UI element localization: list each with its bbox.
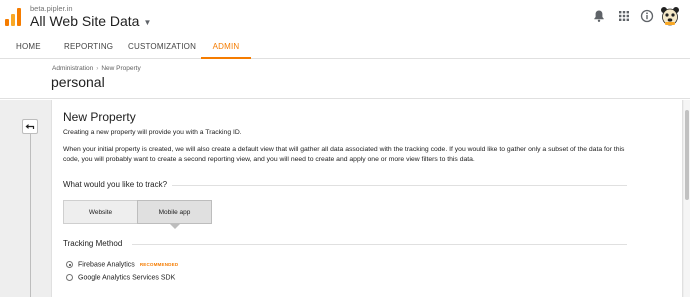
breadcrumb: Administration › New Property bbox=[52, 65, 141, 72]
recommended-badge: RECOMMENDED bbox=[139, 262, 179, 267]
breadcrumb-separator-icon: › bbox=[96, 65, 99, 72]
divider bbox=[132, 244, 627, 245]
chevron-down-icon: ▼ bbox=[143, 17, 152, 27]
avatar-icon[interactable] bbox=[660, 5, 680, 27]
apps-grid-icon[interactable] bbox=[617, 9, 631, 23]
ga-sdk-label: Google Analytics Services SDK bbox=[78, 274, 176, 282]
back-button[interactable] bbox=[22, 119, 38, 134]
description-text: When your initial property is created, w… bbox=[63, 146, 625, 163]
property-selector-label: All Web Site Data bbox=[30, 13, 140, 29]
bell-icon[interactable] bbox=[592, 9, 606, 23]
page-header: Administration › New Property personal bbox=[0, 59, 690, 99]
breadcrumb-administration[interactable]: Administration bbox=[52, 65, 93, 72]
selected-indicator-icon bbox=[170, 224, 180, 229]
intro-text: Creating a new property will provide you… bbox=[63, 129, 242, 136]
tab-admin[interactable]: ADMIN bbox=[201, 36, 251, 59]
divider bbox=[172, 185, 627, 186]
tab-home[interactable]: HOME bbox=[16, 36, 41, 59]
back-arrow-icon bbox=[25, 124, 35, 129]
card-title: New Property bbox=[63, 110, 136, 124]
new-property-card: New Property Creating a new property wil… bbox=[51, 100, 683, 297]
top-bar: beta.pipler.in All Web Site Data ▼ bbox=[0, 0, 690, 36]
method-option-firebase[interactable]: Firebase Analytics RECOMMENDED bbox=[66, 261, 178, 271]
radio-firebase[interactable] bbox=[66, 261, 73, 268]
breadcrumb-new-property: New Property bbox=[101, 65, 141, 72]
account-name: personal bbox=[51, 74, 105, 90]
tracking-method-label: Tracking Method bbox=[63, 239, 123, 248]
method-option-ga-sdk[interactable]: Google Analytics Services SDK bbox=[66, 274, 175, 284]
track-question: What would you like to track? bbox=[63, 180, 168, 189]
timeline-line bbox=[30, 134, 31, 297]
scrollbar-thumb[interactable] bbox=[685, 110, 689, 200]
firebase-label: Firebase Analytics bbox=[78, 261, 135, 269]
property-selector[interactable]: All Web Site Data ▼ bbox=[30, 13, 151, 29]
help-icon[interactable] bbox=[640, 9, 654, 23]
tab-reporting[interactable]: REPORTING bbox=[64, 36, 113, 59]
website-option-button[interactable]: Website bbox=[63, 200, 138, 224]
site-url: beta.pipler.in bbox=[30, 4, 73, 13]
tab-customization[interactable]: CUSTOMIZATION bbox=[128, 36, 196, 59]
main-nav: HOME REPORTING CUSTOMIZATION ADMIN bbox=[0, 36, 690, 59]
analytics-logo-icon bbox=[5, 8, 21, 26]
mobile-app-option-button[interactable]: Mobile app bbox=[137, 200, 212, 224]
radio-ga-sdk[interactable] bbox=[66, 274, 73, 281]
